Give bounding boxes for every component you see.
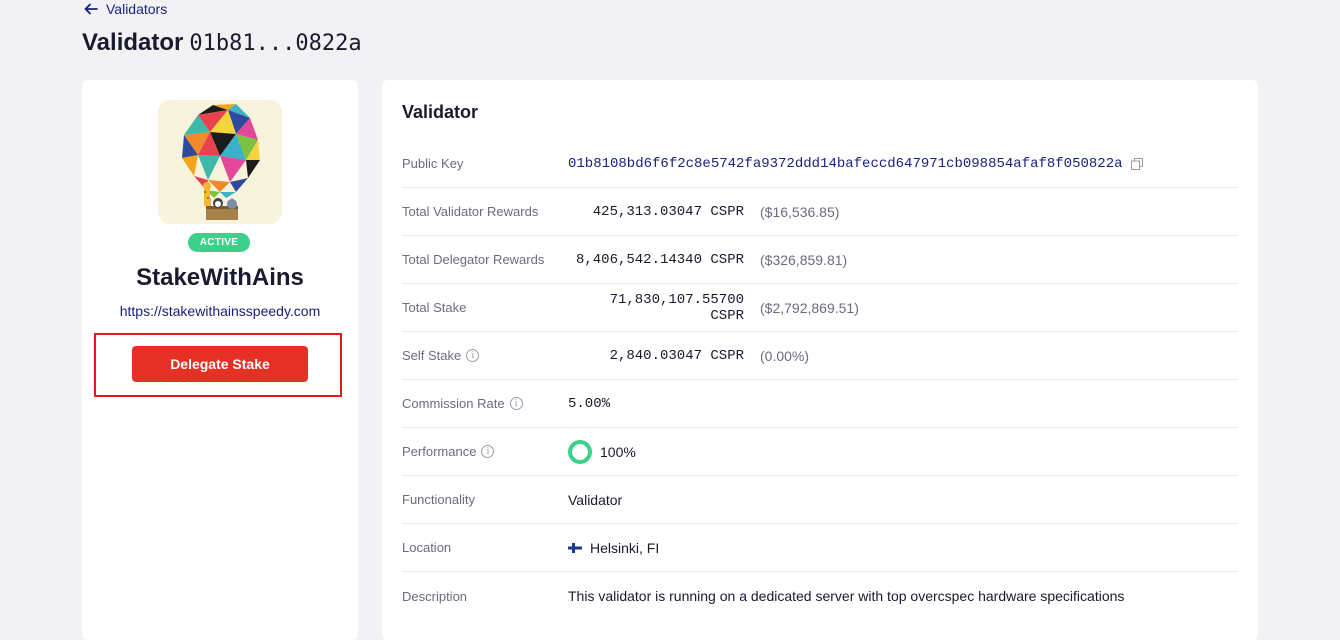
description-label: Description xyxy=(402,588,468,604)
self-stake-value: 2,840.03047 CSPR xyxy=(609,347,744,364)
performance-value: 100% xyxy=(600,443,636,460)
total-delegator-rewards-row: Total Delegator Rewards 8,406,542.14340 … xyxy=(402,236,1238,284)
total-stake-value: 71,830,107.55700 CSPR xyxy=(609,291,744,324)
public-key-row: Public Key 01b8108bd6f6f2c8e5742fa9372dd… xyxy=(402,140,1238,188)
total-validator-rewards-row: Total Validator Rewards 425,313.03047 CS… xyxy=(402,188,1238,236)
total-stake-row: Total Stake 71,830,107.55700 CSPR ($2,79… xyxy=(402,284,1238,332)
page-title-text: Validator xyxy=(82,29,184,56)
self-stake-percentage: (0.00%) xyxy=(760,347,810,364)
commission-rate-value: 5.00% xyxy=(568,395,611,412)
total-validator-rewards-value: 425,313.03047 CSPR xyxy=(592,203,744,220)
description-value: This validator is running on a dedicated… xyxy=(568,588,1125,604)
back-link-label: Validators xyxy=(106,1,168,17)
delegate-stake-button[interactable]: Delegate Stake xyxy=(132,346,308,382)
page-title: Validator 01b81...0822a xyxy=(82,29,362,57)
total-delegator-rewards-label: Total Delegator Rewards xyxy=(402,252,545,267)
copy-icon[interactable] xyxy=(1130,157,1143,170)
details-card-title: Validator xyxy=(402,102,479,122)
validator-hash: 01b81...0822a xyxy=(189,31,362,56)
location-value: Helsinki, FI xyxy=(590,539,660,556)
back-to-validators-link[interactable]: Validators xyxy=(84,1,167,17)
performance-label: Performance xyxy=(402,444,477,459)
finland-flag-icon xyxy=(568,542,582,553)
total-stake-label: Total Stake xyxy=(402,300,467,315)
validator-name: StakeWithAins xyxy=(136,264,304,291)
info-icon[interactable]: i xyxy=(481,445,495,458)
validator-logo xyxy=(158,100,282,224)
performance-row: Performance i 100% xyxy=(402,428,1238,476)
functionality-row: Functionality Validator xyxy=(402,476,1238,524)
arrow-left-icon xyxy=(84,3,98,15)
info-icon[interactable]: i xyxy=(466,349,480,362)
total-delegator-rewards-value: 8,406,542.14340 CSPR xyxy=(575,251,744,268)
functionality-label: Functionality xyxy=(402,492,475,507)
hot-air-balloon-logo-icon xyxy=(182,104,260,220)
total-stake-usd: ($2,792,869.51) xyxy=(760,299,859,316)
functionality-value: Validator xyxy=(568,491,623,508)
total-validator-rewards-label: Total Validator Rewards xyxy=(402,204,539,219)
commission-rate-row: Commission Rate i 5.00% xyxy=(402,380,1238,428)
validator-website-link[interactable]: https://stakewithainsspeedy.com xyxy=(82,303,358,319)
public-key-value[interactable]: 01b8108bd6f6f2c8e5742fa9372ddd14bafeccd6… xyxy=(568,156,1123,172)
validator-details-card: Validator Public Key 01b8108bd6f6f2c8e57… xyxy=(382,80,1258,640)
self-stake-row: Self Stake i 2,840.03047 CSPR (0.00%) xyxy=(402,332,1238,380)
validator-profile-card: ACTIVE StakeWithAins https://stakewithai… xyxy=(82,80,358,640)
description-row: Description This validator is running on… xyxy=(402,572,1238,620)
location-row: Location Helsinki, FI xyxy=(402,524,1238,572)
commission-rate-label: Commission Rate xyxy=(402,396,505,411)
public-key-label: Public Key xyxy=(402,156,464,171)
location-label: Location xyxy=(402,540,452,555)
info-icon[interactable]: i xyxy=(509,397,523,410)
status-badge: ACTIVE xyxy=(188,233,250,252)
self-stake-label: Self Stake xyxy=(402,348,462,363)
total-validator-rewards-usd: ($16,536.85) xyxy=(760,203,840,220)
total-delegator-rewards-usd: ($326,859.81) xyxy=(760,251,848,268)
performance-ring-icon xyxy=(568,439,592,464)
